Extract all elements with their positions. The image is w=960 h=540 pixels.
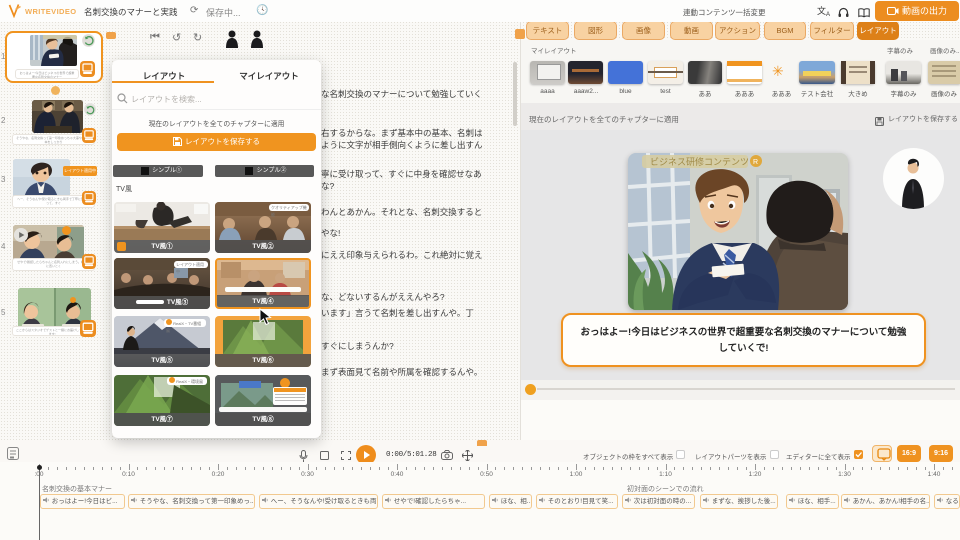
svg-text:ビジネス研修コンテンツ: ビジネス研修コンテンツ [650,156,749,167]
svg-text:R: R [753,159,758,166]
